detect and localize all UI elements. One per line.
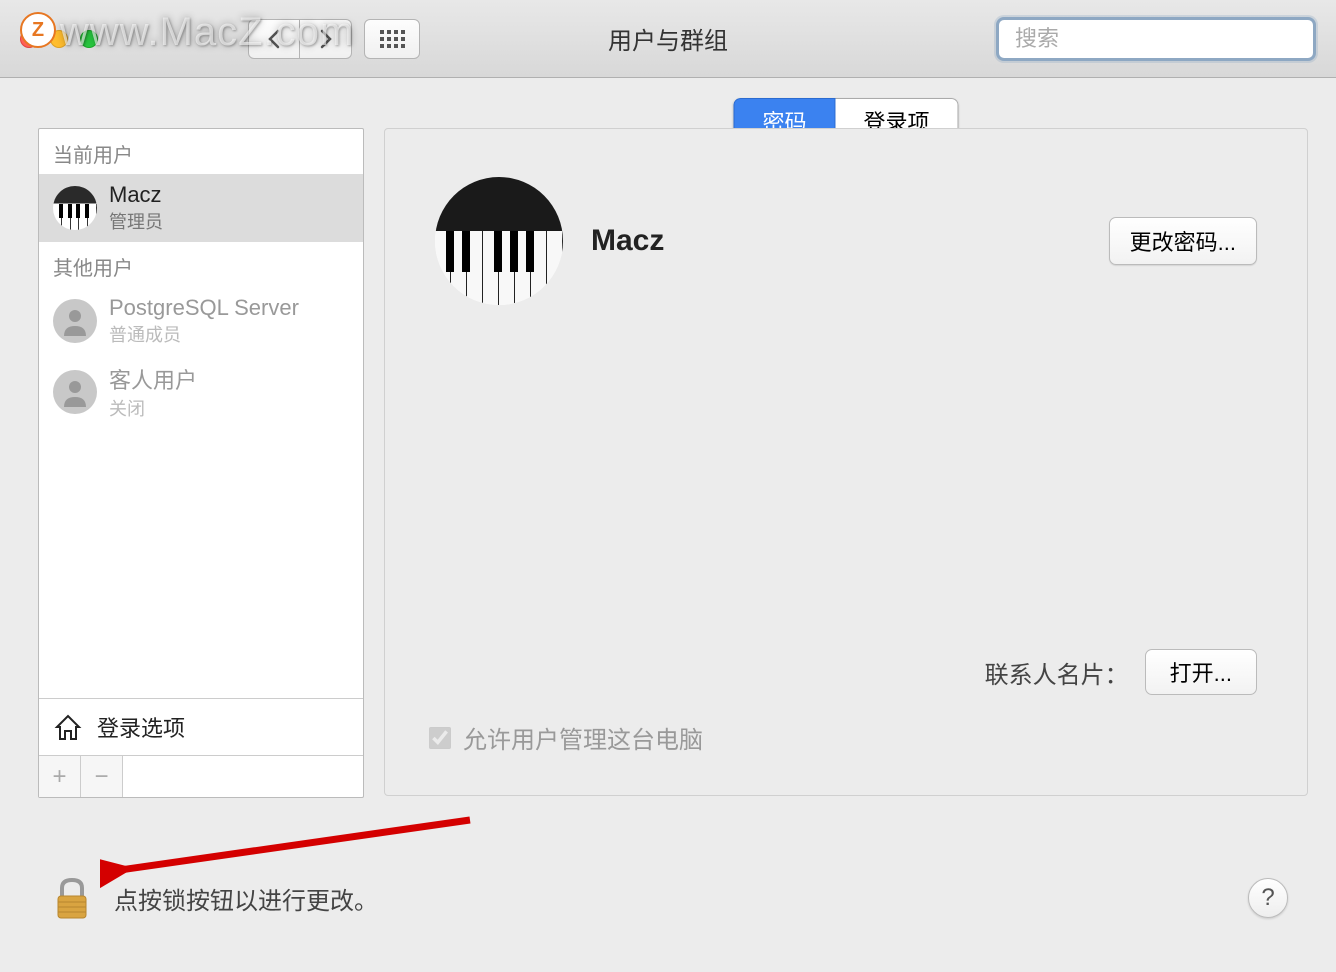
grid-icon <box>380 30 405 48</box>
user-name-label: Macz <box>109 182 163 208</box>
contact-card-row: 联系人名片： 打开... <box>385 649 1257 695</box>
content-area: 当前用户 Macz 管理员 其他用户 PostgreSQL Server 普通成… <box>0 78 1336 798</box>
z-badge-icon: Z <box>20 12 56 48</box>
user-avatar-icon <box>53 186 97 230</box>
add-remove-bar: + − <box>39 755 363 797</box>
chevron-right-icon <box>319 29 333 49</box>
detail-body: Macz 更改密码... 联系人名片： 打开... 允许用户管理这台电脑 <box>384 128 1308 796</box>
nav-buttons <box>248 19 352 59</box>
contact-card-label: 联系人名片： <box>985 655 1129 690</box>
sidebar-user-guest[interactable]: 客人用户 关闭 <box>39 355 363 429</box>
footer: 点按锁按钮以进行更改。 ? <box>48 874 1288 922</box>
user-avatar-icon <box>53 299 97 343</box>
zoom-window-button[interactable] <box>80 30 98 48</box>
remove-user-button[interactable]: − <box>81 756 123 797</box>
user-name-label: PostgreSQL Server <box>109 295 299 321</box>
help-button[interactable]: ? <box>1248 878 1288 918</box>
user-name-label: 客人用户 <box>109 363 197 395</box>
search-box[interactable] <box>996 17 1316 61</box>
add-user-button[interactable]: + <box>39 756 81 797</box>
sidebar-user-macz[interactable]: Macz 管理员 <box>39 174 363 242</box>
sidebar-user-postgresql[interactable]: PostgreSQL Server 普通成员 <box>39 287 363 355</box>
lock-icon[interactable] <box>48 874 96 922</box>
search-input[interactable] <box>1015 26 1303 52</box>
show-all-button[interactable] <box>364 19 420 59</box>
user-info: PostgreSQL Server 普通成员 <box>109 295 299 347</box>
lock-hint-text: 点按锁按钮以进行更改。 <box>114 881 378 916</box>
person-silhouette-icon <box>60 306 90 336</box>
main-panel: 密码 登录项 Macz 更改密码... 联系人名片： 打开... 允许用户管理这… <box>384 128 1308 798</box>
login-options-label: 登录选项 <box>97 711 185 743</box>
back-button[interactable] <box>248 19 300 59</box>
user-info: Macz 管理员 <box>109 182 163 234</box>
admin-checkbox[interactable] <box>429 727 451 749</box>
home-icon <box>53 712 83 742</box>
change-password-button[interactable]: 更改密码... <box>1109 217 1257 265</box>
user-avatar-icon <box>53 370 97 414</box>
user-header: Macz 更改密码... <box>435 177 1257 305</box>
current-user-header: 当前用户 <box>39 129 363 174</box>
admin-checkbox-label: 允许用户管理这台电脑 <box>463 720 703 755</box>
user-role-label: 普通成员 <box>109 321 299 347</box>
user-info: 客人用户 关闭 <box>109 363 197 421</box>
user-avatar-large[interactable] <box>435 177 563 305</box>
admin-checkbox-row: 允许用户管理这台电脑 <box>429 720 703 755</box>
person-silhouette-icon <box>60 377 90 407</box>
window-toolbar: Z www.MacZ.com 用户与群组 <box>0 0 1336 78</box>
login-options-button[interactable]: 登录选项 <box>39 698 363 755</box>
forward-button[interactable] <box>300 19 352 59</box>
user-role-label: 管理员 <box>109 208 163 234</box>
username-display: Macz <box>591 224 664 258</box>
users-sidebar: 当前用户 Macz 管理员 其他用户 PostgreSQL Server 普通成… <box>38 128 364 798</box>
user-role-label: 关闭 <box>109 395 197 421</box>
other-users-header: 其他用户 <box>39 242 363 287</box>
chevron-left-icon <box>267 29 281 49</box>
window-title: 用户与群组 <box>608 21 728 56</box>
open-contact-button[interactable]: 打开... <box>1145 649 1257 695</box>
